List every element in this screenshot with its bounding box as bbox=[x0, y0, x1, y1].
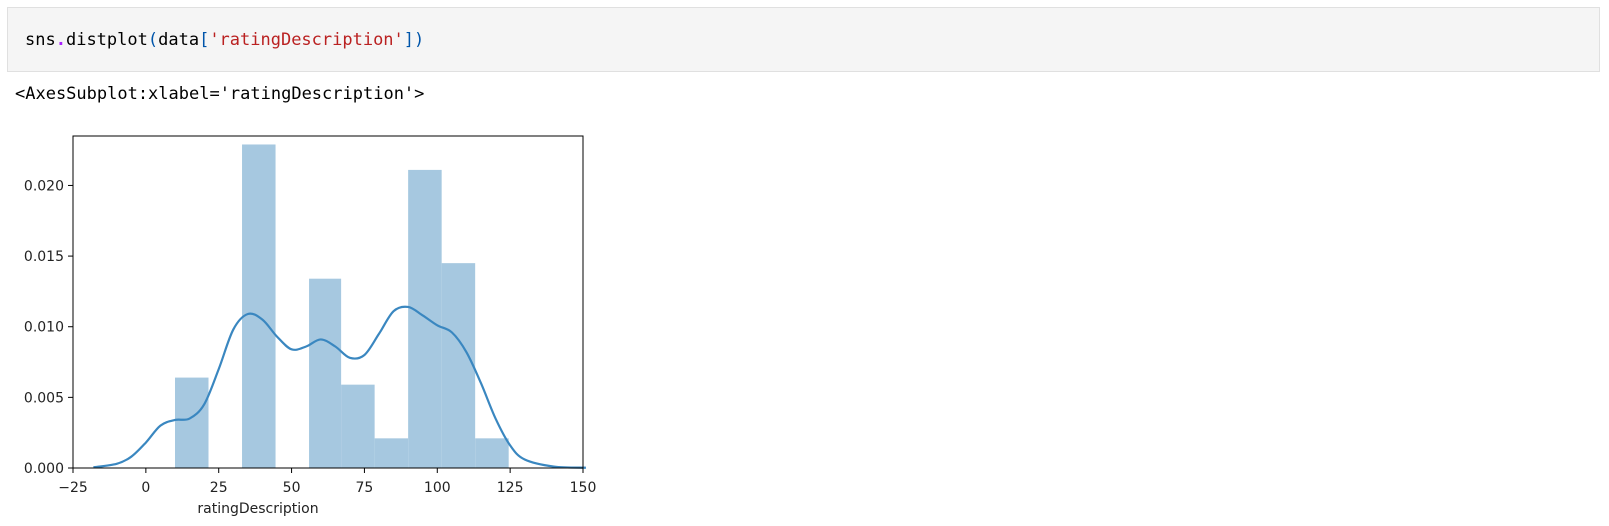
y-tick-label: 0.020 bbox=[24, 178, 64, 194]
x-axis-label: ratingDescription bbox=[197, 501, 318, 517]
x-tick-label: 125 bbox=[497, 480, 524, 496]
y-tick-label: 0.000 bbox=[24, 461, 64, 477]
x-tick-label: −25 bbox=[58, 480, 88, 496]
code-close-bracket: ] bbox=[403, 30, 415, 50]
histogram-bar-8 bbox=[408, 169, 442, 469]
code-string-literal: 'ratingDescription' bbox=[209, 30, 404, 50]
histogram-bar-1 bbox=[175, 377, 209, 468]
code-line[interactable]: sns.distplot(data['ratingDescription']) bbox=[25, 30, 424, 50]
y-tick-label: 0.015 bbox=[24, 249, 64, 265]
code-dot-operator: . bbox=[55, 30, 66, 50]
histogram-bars bbox=[175, 144, 509, 469]
code-open-bracket: [ bbox=[199, 30, 210, 50]
x-tick-label: 0 bbox=[141, 480, 150, 496]
histogram-bar-3 bbox=[242, 144, 276, 468]
histogram-bar-6 bbox=[341, 384, 375, 468]
histogram-bar-10 bbox=[475, 438, 509, 468]
histogram-bar-7 bbox=[374, 438, 409, 468]
histogram-bar-5 bbox=[309, 278, 342, 468]
code-close-paren: ) bbox=[414, 30, 425, 50]
code-argument: data bbox=[158, 30, 200, 50]
x-tick-label: 25 bbox=[210, 480, 228, 496]
x-tick-label: 150 bbox=[570, 480, 597, 496]
code-module: sns bbox=[25, 30, 56, 50]
distplot-chart: −25 0 25 50 75 100 125 150 0.000 0.005 0.010 0.015… bbox=[24, 135, 596, 517]
y-tick-label: 0.010 bbox=[24, 320, 64, 336]
x-tick-label: 75 bbox=[356, 480, 374, 496]
y-tick-label: 0.005 bbox=[24, 390, 64, 406]
code-method: distplot bbox=[65, 30, 148, 50]
x-axis-ticks: −25 0 25 50 75 100 125 150 bbox=[58, 468, 596, 496]
code-open-paren: ( bbox=[147, 30, 159, 50]
histogram-bar-9 bbox=[441, 263, 476, 468]
output-repr: <AxesSubplot:xlabel='ratingDescription'> bbox=[15, 84, 425, 104]
code-cell[interactable]: sns.distplot(data['ratingDescription']) bbox=[7, 7, 1600, 72]
y-axis-ticks: 0.000 0.005 0.010 0.015 0.020 bbox=[24, 178, 73, 477]
x-tick-label: 100 bbox=[424, 480, 451, 496]
x-tick-label: 50 bbox=[283, 480, 301, 496]
